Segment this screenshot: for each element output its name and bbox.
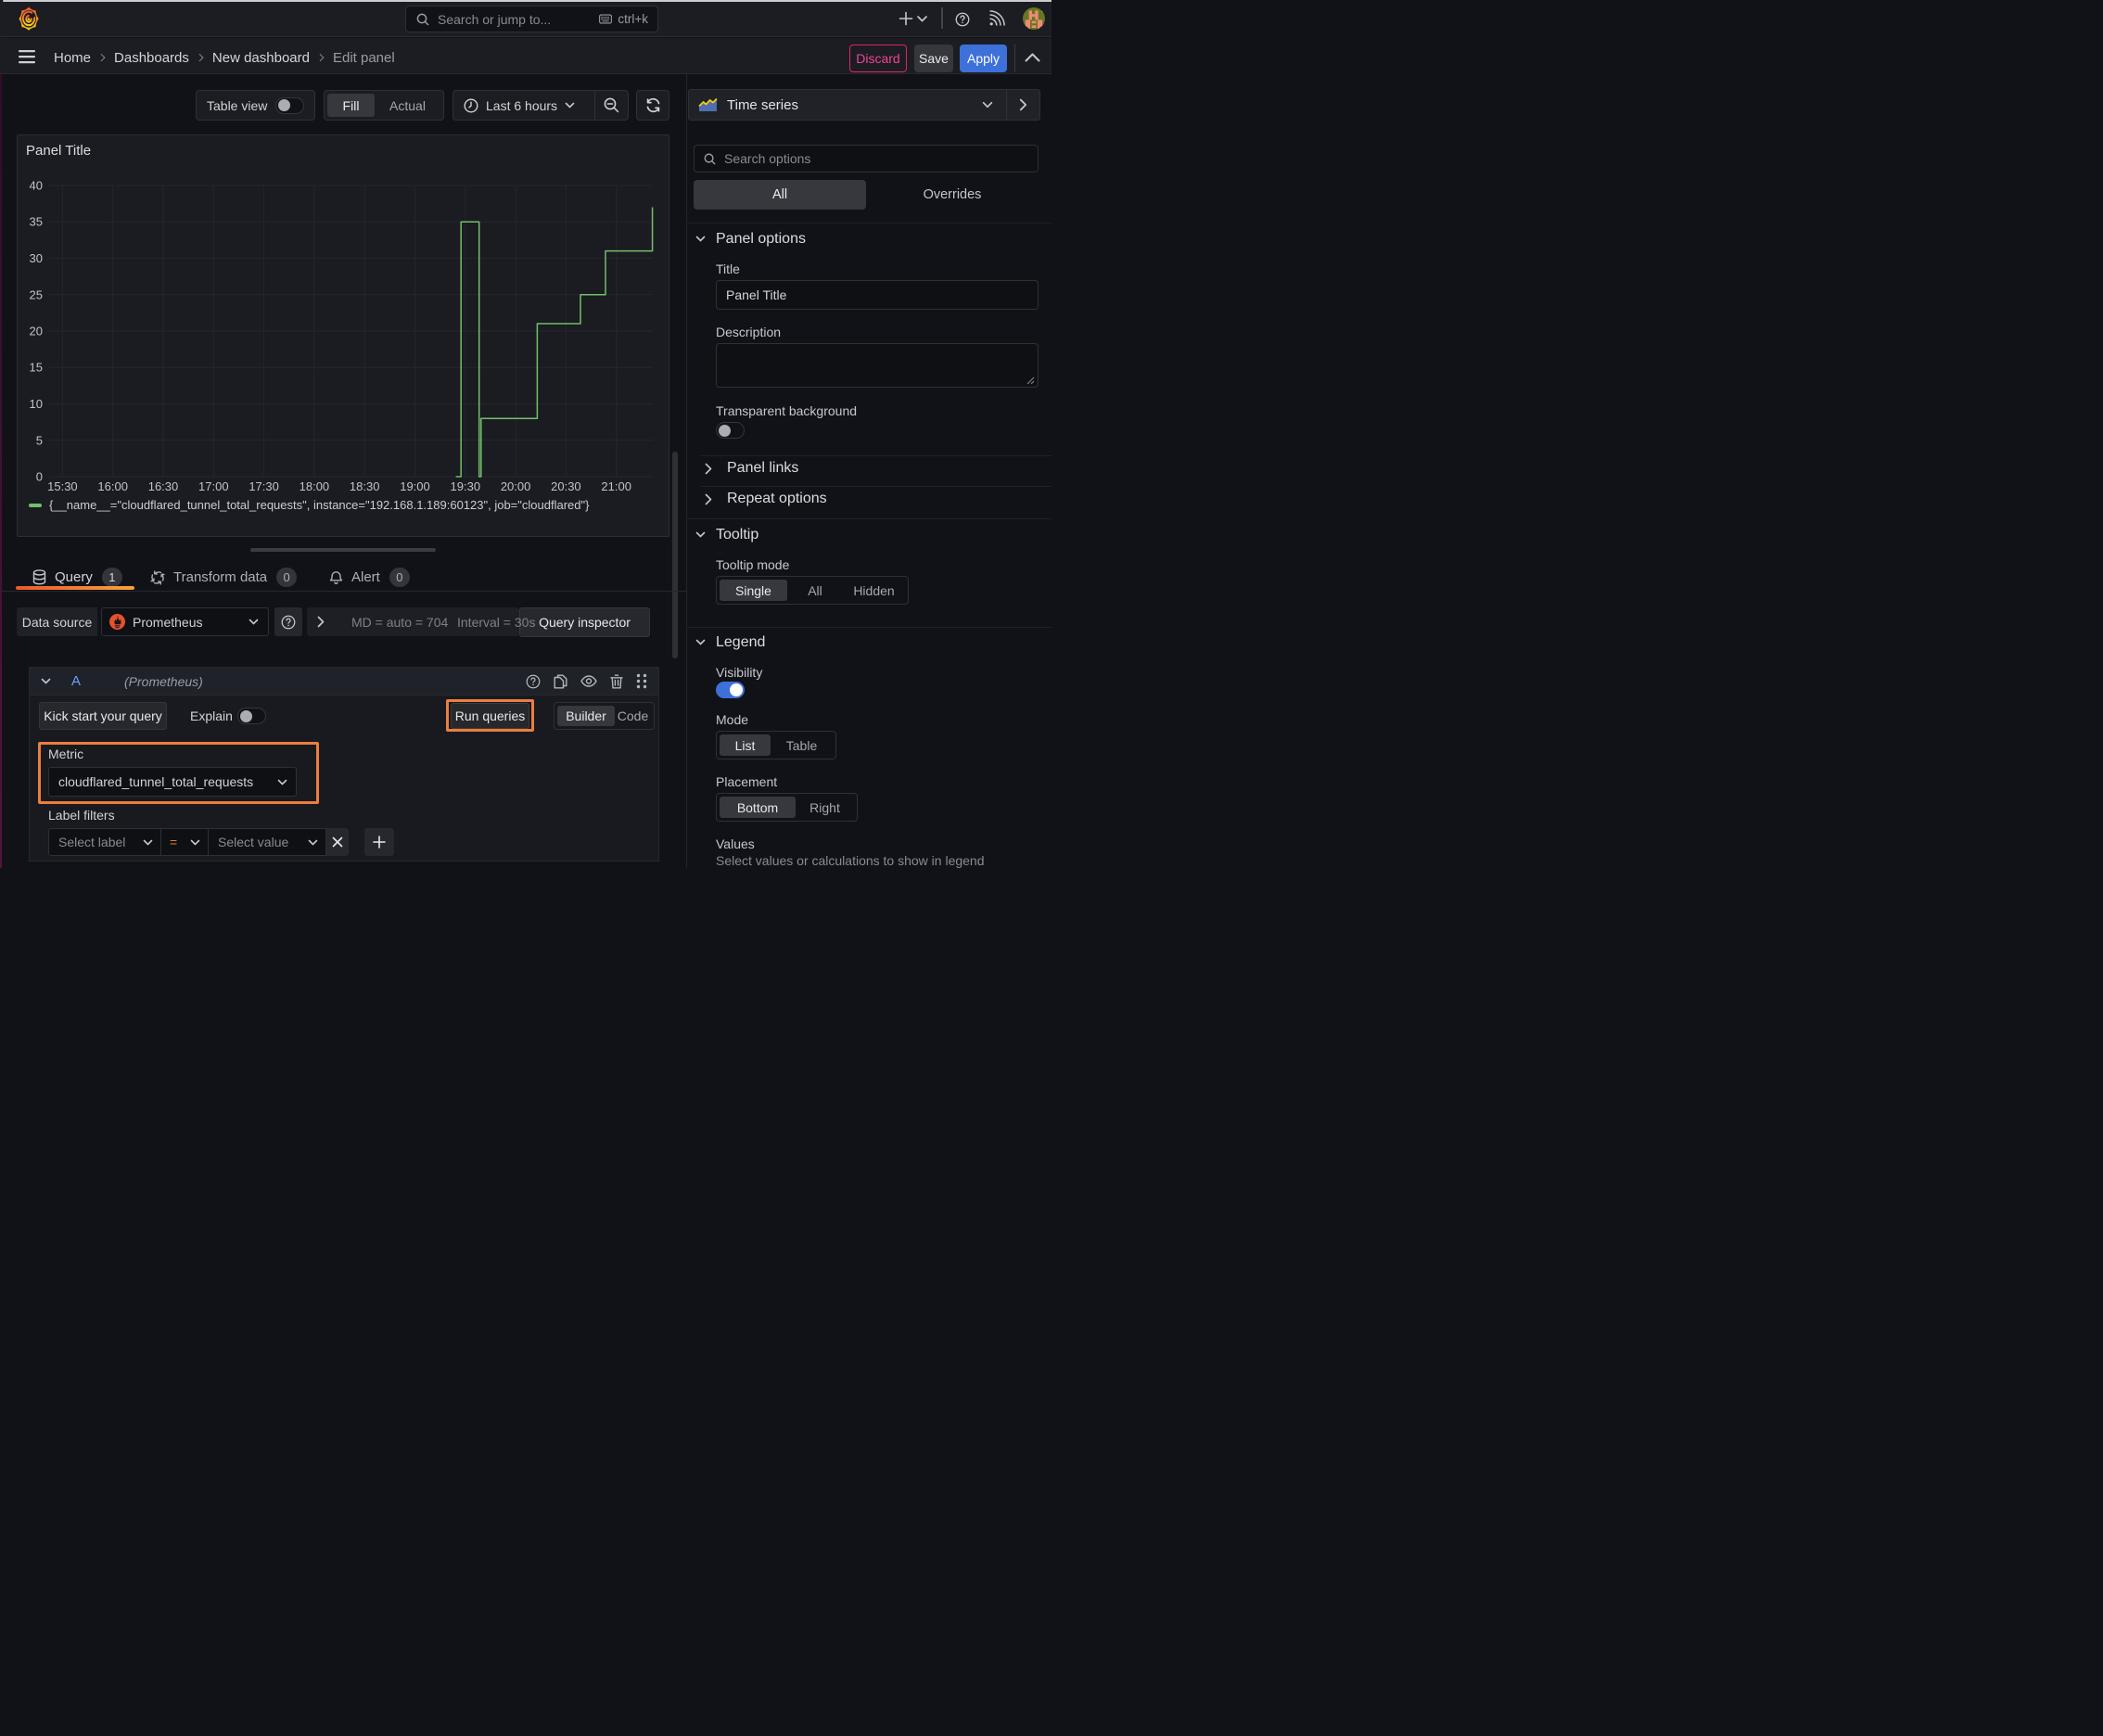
svg-text:0: 0 bbox=[36, 470, 43, 484]
svg-text:16:00: 16:00 bbox=[97, 479, 128, 493]
svg-text:19:00: 19:00 bbox=[400, 479, 430, 493]
svg-text:20: 20 bbox=[30, 325, 43, 338]
svg-text:17:00: 17:00 bbox=[198, 479, 229, 493]
svg-text:40: 40 bbox=[30, 179, 43, 193]
svg-text:15:30: 15:30 bbox=[47, 479, 78, 493]
svg-text:17:30: 17:30 bbox=[249, 479, 279, 493]
svg-text:30: 30 bbox=[30, 251, 43, 265]
svg-text:20:00: 20:00 bbox=[501, 479, 531, 493]
svg-text:25: 25 bbox=[30, 287, 43, 301]
svg-text:19:30: 19:30 bbox=[451, 479, 481, 493]
svg-text:21:00: 21:00 bbox=[601, 479, 631, 493]
svg-text:18:30: 18:30 bbox=[350, 479, 380, 493]
svg-text:18:00: 18:00 bbox=[300, 479, 330, 493]
svg-text:5: 5 bbox=[36, 433, 43, 447]
svg-text:15: 15 bbox=[30, 361, 43, 375]
svg-text:{__name__="cloudflared_tunnel_: {__name__="cloudflared_tunnel_total_requ… bbox=[49, 498, 590, 512]
svg-text:35: 35 bbox=[30, 215, 43, 229]
svg-text:10: 10 bbox=[30, 397, 43, 411]
svg-text:20:30: 20:30 bbox=[551, 479, 581, 493]
svg-text:16:30: 16:30 bbox=[148, 479, 179, 493]
